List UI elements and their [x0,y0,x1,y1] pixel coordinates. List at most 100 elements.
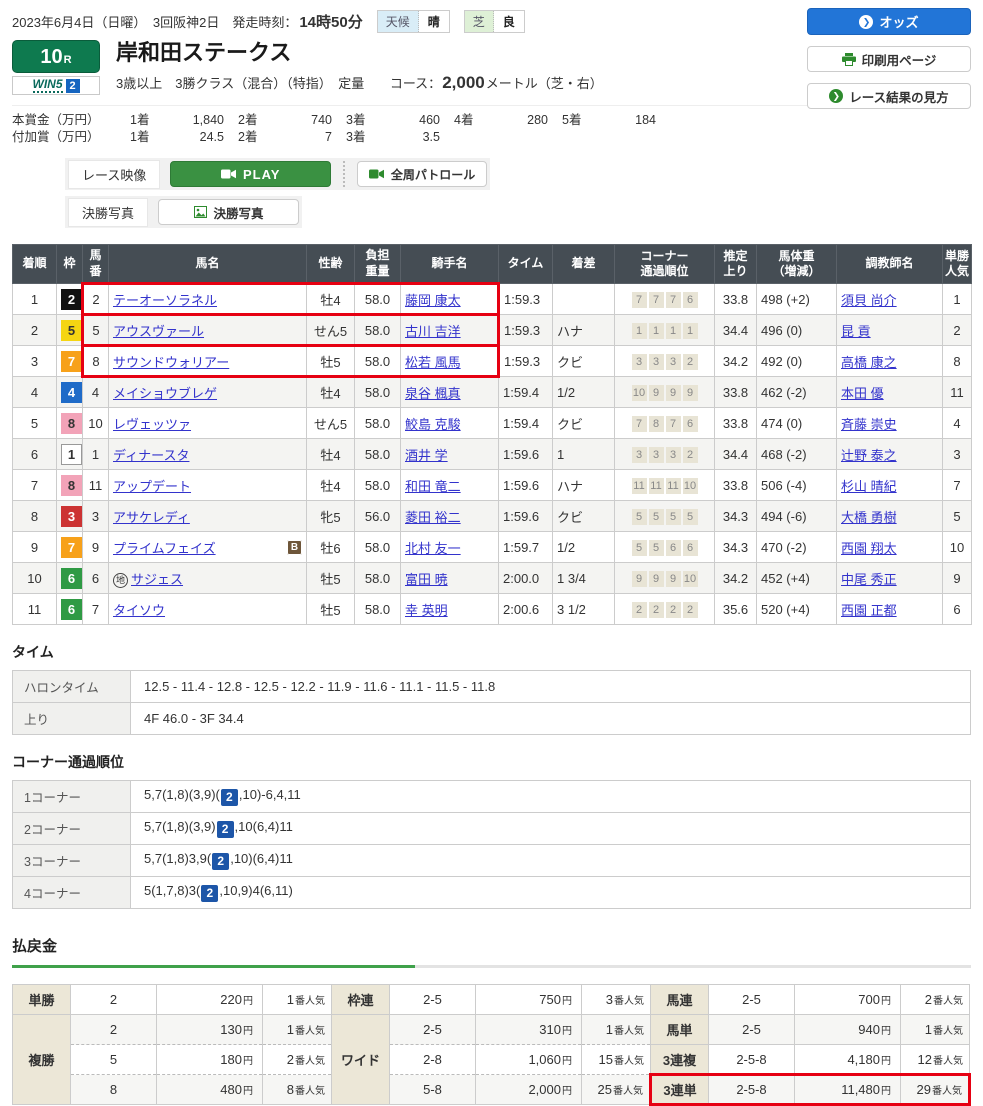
jockey-link[interactable]: 藤岡 康太 [405,293,461,308]
horse-name-link[interactable]: テーオーソラネル [113,293,217,308]
horse-name-cell: 地サジェス [109,563,307,594]
trainer-link[interactable]: 昆 貢 [841,324,871,339]
jockey-link[interactable]: 鮫島 克駿 [405,417,461,432]
horse-weight: 462 (-2) [757,377,837,408]
odds-button-label: オッズ [879,12,918,31]
odds-button[interactable]: ❯ オッズ [807,8,971,35]
waku-cell: 3 [57,501,83,532]
horse-weight: 470 (-2) [757,532,837,563]
local-horse-mark: 地 [113,573,128,588]
bet-type-label: 馬連 [651,985,709,1015]
corner-position: 11 [666,478,681,494]
trainer-link[interactable]: 須貝 尚介 [841,293,897,308]
horse-name-link[interactable]: アウスヴァール [113,324,204,339]
jockey-link[interactable]: 酒井 学 [405,448,448,463]
jockey-link[interactable]: 和田 竜二 [405,479,461,494]
trainer-link[interactable]: 西園 翔太 [841,541,897,556]
prize-rank: 2着 [238,112,276,129]
finish-position: 4 [13,377,57,408]
yen-suffix: 円 [881,1026,891,1037]
trainer-link[interactable]: 大橋 勇樹 [841,510,897,525]
win-favorite-rank: 6 [943,594,972,625]
corner-row-value: 5,7(1,8)(3,9)(2,10)-6,4,11 [131,781,971,813]
jockey-link[interactable]: 泉谷 楓真 [405,386,461,401]
sex-age: 牡4 [307,284,355,315]
yen-suffix: 円 [562,1086,572,1097]
win-favorite-rank: 7 [943,470,972,501]
trainer-link[interactable]: 西園 正都 [841,603,897,618]
waku-cell: 1 [57,439,83,470]
horse-name-cell: プライムフェイズB [109,532,307,563]
column-header: コーナー 通過順位 [615,245,715,284]
turf-condition-badge: 芝 良 [464,10,525,33]
race-number-badge: 10 R [12,40,100,73]
waku-cell: 5 [57,315,83,346]
prize-rank: 4着 [454,112,492,129]
finish-position: 5 [13,408,57,439]
carried-weight: 58.0 [355,408,401,439]
trainer-link[interactable]: 中尾 秀正 [841,572,897,587]
trainer-link[interactable]: 高橋 康之 [841,355,897,370]
race-number-suffix: R [64,54,72,66]
trainer-cell: 斉藤 崇史 [837,408,943,439]
time-row-label: 上り [13,703,131,735]
patrol-video-button[interactable]: 全周パトロール [357,161,487,187]
trainer-link[interactable]: 本田 優 [841,386,884,401]
trainer-link[interactable]: 斉藤 崇史 [841,417,897,432]
weather-label: 天候 [378,11,419,32]
horse-name-link[interactable]: プライムフェイズ [113,541,216,556]
jockey-link[interactable]: 古川 吉洋 [405,324,461,339]
carried-weight: 58.0 [355,377,401,408]
corner-position: 6 [666,540,681,556]
popularity-rank: 2番人気 [901,985,970,1015]
payout-amount: 220円 [157,985,263,1015]
trainer-cell: 西園 翔太 [837,532,943,563]
jockey-link[interactable]: 富田 暁 [405,572,448,587]
trainer-link[interactable]: 杉山 晴紀 [841,479,897,494]
horse-name-cell: テーオーソラネル [109,284,307,315]
time-row-label: ハロンタイム [13,671,131,703]
win-favorite-rank: 4 [943,408,972,439]
jockey-link[interactable]: 北村 友一 [405,541,461,556]
horse-name-link[interactable]: タイソウ [113,603,165,618]
jockey-link[interactable]: 松若 風馬 [405,355,461,370]
winner-number-box: 2 [201,885,218,902]
horse-name-link[interactable]: ディナースタ [113,448,189,463]
horse-name-link[interactable]: サジェス [131,572,183,587]
last-3f-time: 35.6 [715,594,757,625]
waku-cell: 4 [57,377,83,408]
column-header: 負担 重量 [355,245,401,284]
time-section-title: タイム [12,642,971,662]
trainer-link[interactable]: 辻野 泰之 [841,448,897,463]
horse-name-link[interactable]: アップデート [113,479,191,494]
corner-position: 1 [683,323,698,339]
print-page-button[interactable]: 印刷用ページ [807,46,971,72]
jockey-link[interactable]: 幸 英明 [405,603,448,618]
horse-name-link[interactable]: メイショウブレゲ [113,386,217,401]
sex-age: 牡5 [307,346,355,377]
margin: 3 1/2 [553,594,615,625]
column-header: 馬体重 （増減） [757,245,837,284]
corner-position: 3 [666,354,681,370]
corner-position: 9 [632,571,647,587]
margin: 1 3/4 [553,563,615,594]
jockey-link[interactable]: 菱田 裕二 [405,510,461,525]
course-distance: 2,000 [442,73,485,92]
prize-value: 7 [276,129,332,146]
horse-number: 8 [83,346,109,377]
finish-photo-button[interactable]: 決勝写真 [158,199,299,225]
corner-order-row: 3コーナー5,7(1,8)3,9(2,10)(6,4)11 [13,845,971,877]
horse-name-link[interactable]: サウンドウォリアー [113,355,229,370]
play-button[interactable]: PLAY [170,161,331,187]
result-guide-button[interactable]: ❯ レース結果の見方 [807,83,971,109]
time-row-value: 12.5 - 11.4 - 12.8 - 12.5 - 12.2 - 11.9 … [131,671,971,703]
horse-name-link[interactable]: レヴェッツァ [113,417,191,432]
yen-suffix: 円 [562,1026,572,1037]
horse-weight: 496 (0) [757,315,837,346]
horse-name-link[interactable]: アサケレディ [113,510,190,525]
jockey-cell: 鮫島 克駿 [401,408,499,439]
combination: 2 [71,1015,157,1045]
payout-amount: 2,000円 [476,1075,582,1105]
win-favorite-rank: 3 [943,439,972,470]
action-buttons: ❯ オッズ 印刷用ページ ❯ レース結果の見方 [807,8,971,109]
